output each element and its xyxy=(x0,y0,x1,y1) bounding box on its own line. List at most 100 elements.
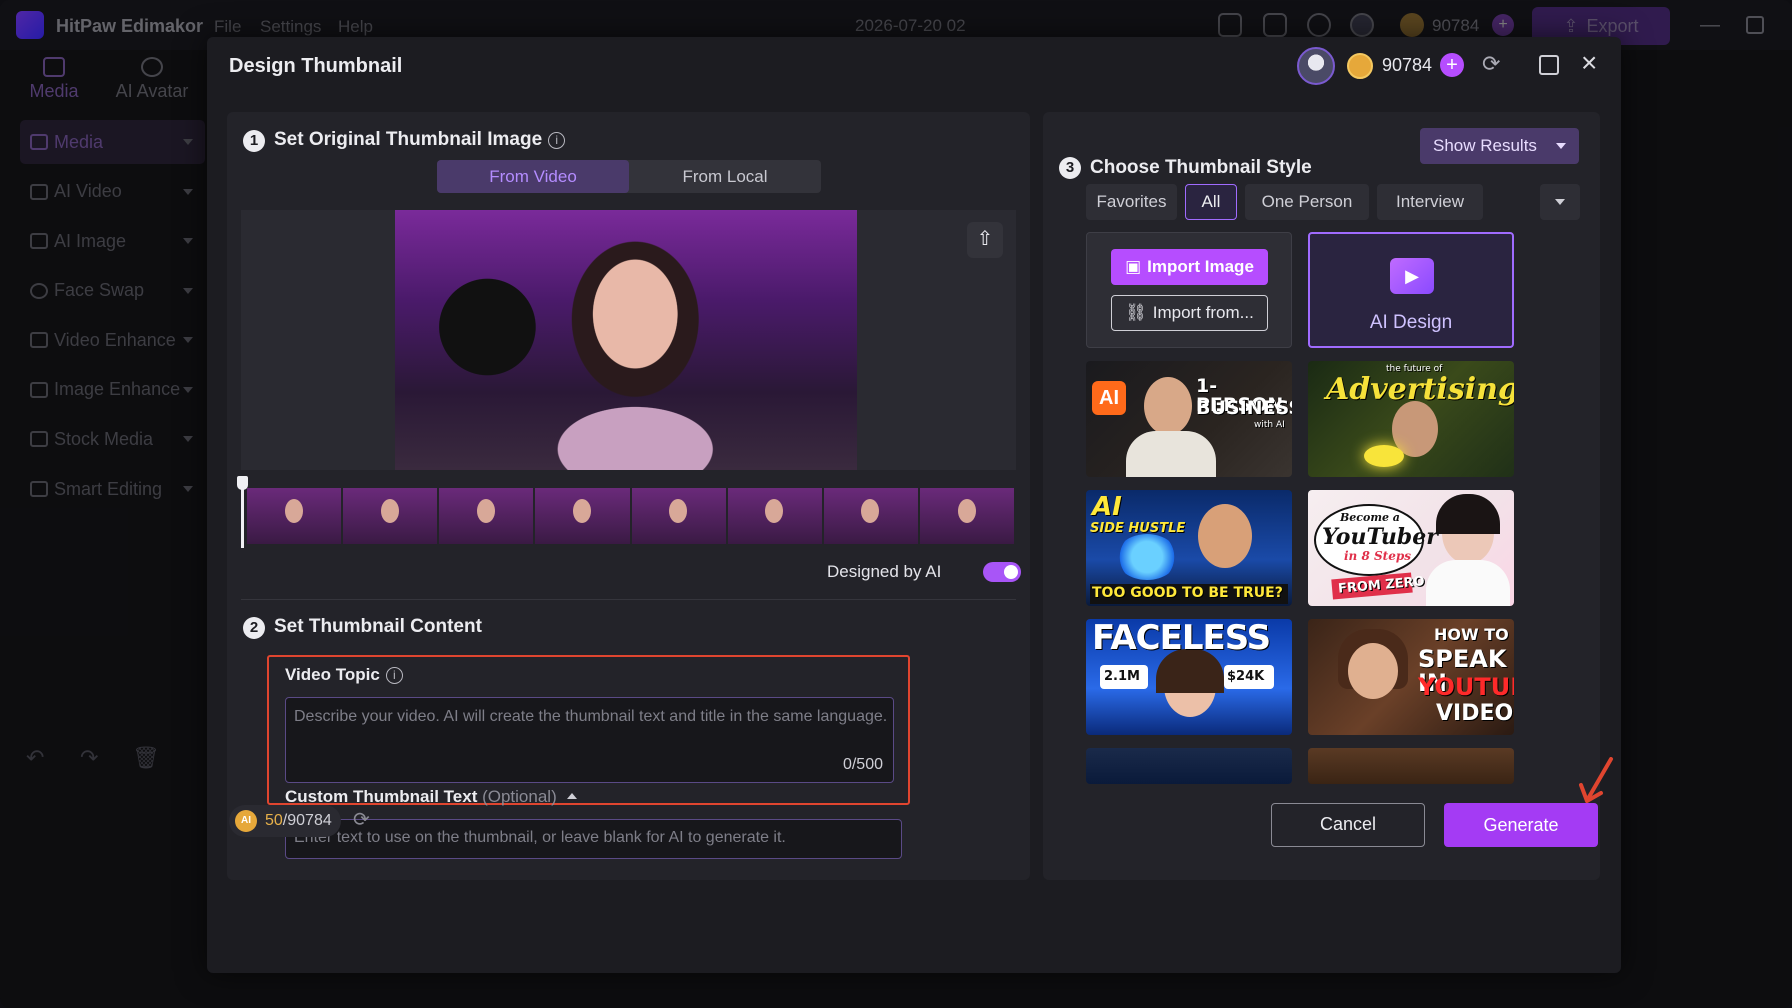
person-image xyxy=(1198,504,1252,568)
coin-balance: 90784 xyxy=(1382,55,1433,75)
tab-from-local[interactable]: From Local xyxy=(629,160,821,193)
video-topic-placeholder: Describe your video. AI will create the … xyxy=(294,708,888,725)
chevron-up-icon xyxy=(566,793,577,799)
coin-icon: AI xyxy=(235,810,257,832)
style-thumbnail-become-youtuber[interactable]: Become a YouTuber in 8 Steps FROM ZERO xyxy=(1308,490,1514,606)
image-icon: ▣ xyxy=(1125,257,1142,276)
thumb-text: VIDEOS xyxy=(1436,701,1514,726)
custom-text-label[interactable]: Custom Thumbnail Text (Optional) xyxy=(285,787,577,807)
thumbnail-setup-panel: 1 Set Original Thumbnail Image i From Vid… xyxy=(227,112,1030,880)
thumb-text: FACELESS xyxy=(1092,619,1271,658)
style-thumbnail-advertising[interactable]: the future of Advertising xyxy=(1308,361,1514,477)
film-frame xyxy=(439,488,534,544)
thumb-text: SIDE HUSTLE xyxy=(1090,521,1186,536)
thumb-text: HOW TO xyxy=(1434,625,1509,644)
style-thumbnail-ai-side-hustle[interactable]: AI SIDE HUSTLE TOO GOOD TO BE TRUE? xyxy=(1086,490,1292,606)
user-avatar[interactable] xyxy=(1297,47,1335,85)
filter-all[interactable]: All xyxy=(1185,184,1237,220)
dialog-title: Design Thumbnail xyxy=(229,55,403,77)
app-window: HitPaw Edimakor File Settings Help 2026-… xyxy=(0,0,1792,1008)
style-thumbnail-partial[interactable] xyxy=(1086,748,1292,784)
thumb-text: Advertising xyxy=(1326,372,1514,407)
designed-by-ai-toggle[interactable] xyxy=(983,562,1021,582)
light-glow xyxy=(1364,445,1404,467)
ai-design-card[interactable]: ▶ AI Design xyxy=(1308,232,1514,348)
video-topic-input[interactable]: Describe your video. AI will create the … xyxy=(285,697,894,783)
film-frame xyxy=(535,488,630,544)
thumbnail-style-panel: 3 Choose Thumbnail Style Show Results Fa… xyxy=(1043,112,1600,880)
step-1-badge: 1 xyxy=(243,130,265,152)
tab-from-video[interactable]: From Video xyxy=(437,160,629,193)
thumb-text: 2.1M xyxy=(1104,669,1140,684)
film-frame xyxy=(343,488,438,544)
character-count: 0/500 xyxy=(842,756,883,773)
filter-interview[interactable]: Interview xyxy=(1377,184,1483,220)
ai-design-label: AI Design xyxy=(1369,312,1453,333)
thumb-text: YouTuber xyxy=(1322,524,1438,550)
person-image xyxy=(1126,431,1216,477)
thumb-text: TOO GOOD TO BE TRUE? xyxy=(1092,585,1283,601)
person-face xyxy=(1348,643,1398,699)
coin-icon xyxy=(1347,53,1373,79)
divider xyxy=(241,599,1016,600)
film-frame xyxy=(631,488,726,544)
designed-by-ai-label: Designed by AI xyxy=(827,562,942,581)
red-arrow-annotation xyxy=(1579,757,1613,803)
thumb-text: Become a xyxy=(1340,511,1400,524)
filter-favorites[interactable]: Favorites xyxy=(1086,184,1177,220)
chevron-down-icon xyxy=(1556,143,1566,149)
film-frame xyxy=(823,488,918,544)
film-frame xyxy=(727,488,822,544)
video-frame-preview xyxy=(395,210,857,470)
generate-button[interactable]: Generate xyxy=(1444,803,1598,847)
import-from-button[interactable]: ⛓ Import from... xyxy=(1111,295,1268,331)
person-hair xyxy=(1436,494,1500,534)
step-2-title: Set Thumbnail Content xyxy=(274,616,482,637)
import-image-button[interactable]: ▣ Import Image xyxy=(1111,249,1268,285)
info-icon[interactable]: i xyxy=(548,132,566,149)
person-image xyxy=(1144,377,1192,435)
video-topic-label: Video Topic i xyxy=(285,665,403,685)
thumb-text: in 8 Steps xyxy=(1344,549,1411,563)
step-3-badge: 3 xyxy=(1059,157,1081,179)
import-card: ▣ Import Image ⛓ Import from... xyxy=(1086,232,1292,348)
ai-design-icon: ▶ xyxy=(1390,258,1434,294)
style-thumbnail-partial[interactable] xyxy=(1308,748,1514,784)
close-icon[interactable]: × xyxy=(1581,47,1597,79)
step-1-title: Set Original Thumbnail Image i xyxy=(274,129,566,151)
person-image xyxy=(1426,560,1510,606)
maximize-icon[interactable] xyxy=(1539,55,1559,75)
ai-badge: AI xyxy=(1092,381,1126,415)
credit-count: 50/90784 xyxy=(265,812,332,829)
info-icon[interactable]: i xyxy=(385,667,403,684)
ai-orb xyxy=(1116,534,1178,580)
step-3-title: Choose Thumbnail Style xyxy=(1090,157,1312,178)
thumb-text: YOUTUBE xyxy=(1418,673,1514,701)
show-results-dropdown[interactable]: Show Results xyxy=(1420,128,1579,164)
refresh-icon[interactable]: ⟳ xyxy=(353,807,370,832)
style-thumbnail-faceless[interactable]: FACELESS 2.1M $24K xyxy=(1086,619,1292,735)
cancel-button[interactable]: Cancel xyxy=(1271,803,1425,847)
filter-one-person[interactable]: One Person xyxy=(1245,184,1369,220)
upload-icon[interactable]: ⇧ xyxy=(967,222,1003,258)
thumb-text: AI xyxy=(1092,492,1122,522)
preview-area: ⇧ xyxy=(241,210,1016,470)
link-icon: ⛓ xyxy=(1125,303,1147,322)
thumb-text: $24K xyxy=(1227,669,1265,684)
style-thumbnail-speak-youtube[interactable]: HOW TO SPEAK IN YOUTUBE VIDEOS xyxy=(1308,619,1514,735)
style-thumbnail-1-person-business[interactable]: AI 1-PERSON BUSINESS with AI xyxy=(1086,361,1292,477)
film-frame xyxy=(247,488,342,544)
custom-text-input[interactable]: Enter text to use on the thumbnail, or l… xyxy=(285,819,902,859)
video-filmstrip[interactable] xyxy=(247,488,1016,544)
video-topic-section: Video Topic i Describe your video. AI wil… xyxy=(267,655,910,805)
refresh-icon[interactable]: ⟳ xyxy=(1482,51,1500,77)
filmstrip-playhead[interactable] xyxy=(237,476,248,548)
more-filters-dropdown[interactable] xyxy=(1540,184,1580,220)
credit-cost-pill: AI 50/90784 xyxy=(229,805,341,837)
design-thumbnail-dialog: Design Thumbnail 90784 + ⟳ × 1 Set Origi… xyxy=(207,37,1621,973)
source-segmented-control: From Video From Local xyxy=(437,160,821,193)
add-coins-button[interactable]: + xyxy=(1440,53,1464,77)
thumb-text: with AI xyxy=(1254,420,1285,430)
step-2-badge: 2 xyxy=(243,617,265,639)
thumb-text: BUSINESS xyxy=(1196,397,1292,419)
